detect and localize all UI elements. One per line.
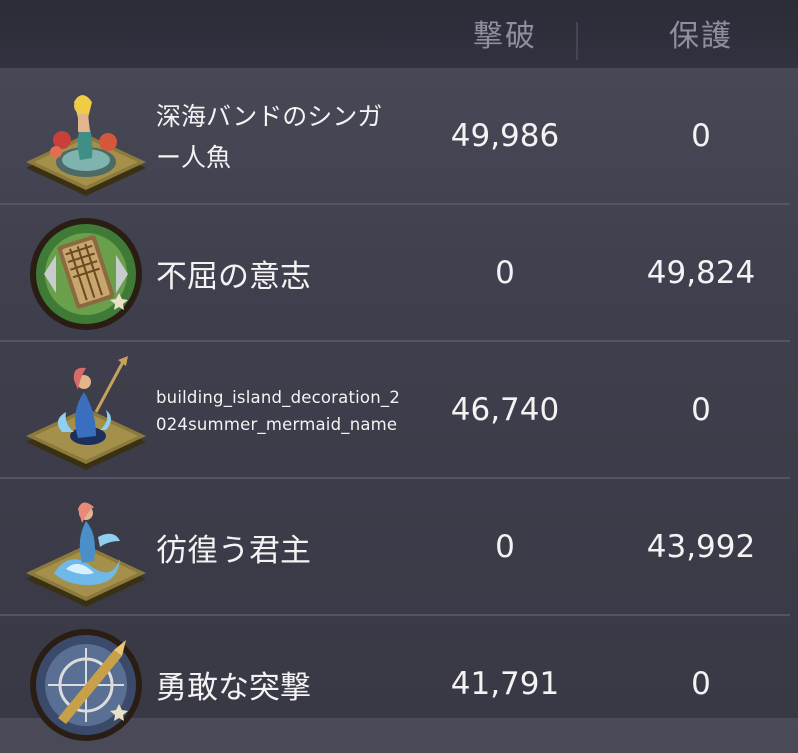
wandering-lord-statue-icon	[26, 502, 146, 607]
item-name: building_island_decoration_2024summer_me…	[156, 387, 401, 434]
defeat-value: 46,740	[450, 392, 560, 428]
item-name: 不屈の意志	[156, 259, 311, 295]
table-header: 撃破 保護	[0, 0, 798, 68]
protect-value: 0	[691, 118, 711, 154]
protect-value: 49,824	[646, 255, 756, 291]
shield-gate-emblem-icon	[30, 218, 142, 330]
column-header-defeat[interactable]: 撃破	[412, 0, 598, 68]
header-divider	[576, 22, 578, 60]
defeat-value: 41,791	[450, 666, 560, 702]
item-name: 彷徨う君主	[156, 533, 311, 569]
table-row[interactable]: 彷徨う君主 0 43,992	[0, 479, 798, 616]
defeat-value: 0	[495, 529, 515, 565]
mermaid-singer-statue-icon	[26, 95, 146, 196]
protect-value: 0	[691, 666, 711, 702]
item-name: 深海バンドのシンガー人魚	[156, 101, 383, 172]
column-header-protect[interactable]: 保護	[608, 0, 794, 68]
protect-value: 0	[691, 392, 711, 428]
table-row[interactable]: 深海バンドのシンガー人魚 49,986 0	[0, 68, 798, 205]
table-row[interactable]: building_island_decoration_2024summer_me…	[0, 342, 798, 479]
table-row[interactable]: 不屈の意志 0 49,824	[0, 205, 798, 342]
mermaid-trident-statue-icon	[26, 356, 146, 470]
item-name: 勇敢な突撃	[156, 670, 311, 706]
crosshair-bullet-emblem-icon	[30, 629, 142, 741]
defeat-value: 49,986	[450, 118, 560, 154]
table-row[interactable]: 勇敢な突撃 41,791 0	[0, 616, 798, 753]
defeat-value: 0	[495, 255, 515, 291]
protect-value: 43,992	[646, 529, 756, 565]
